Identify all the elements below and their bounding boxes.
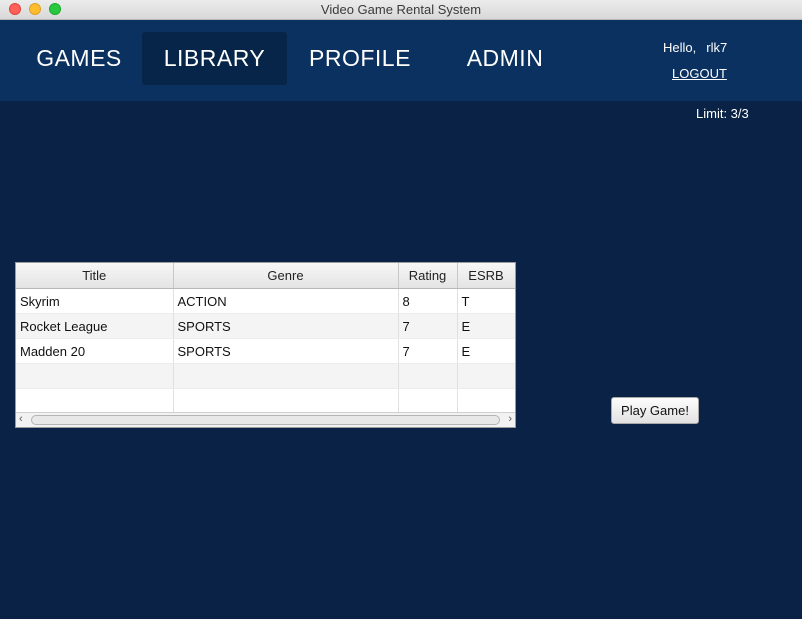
cell-title: Skyrim xyxy=(16,288,174,314)
table-row[interactable]: Rocket League SPORTS 7 E xyxy=(16,313,515,339)
cell-rating: 7 xyxy=(398,313,458,339)
nav-profile[interactable]: PROFILE xyxy=(298,32,422,85)
scroll-left-icon[interactable]: ‹ xyxy=(19,413,23,425)
cell-genre: SPORTS xyxy=(173,313,399,339)
cell-esrb: T xyxy=(457,288,515,314)
column-header-title[interactable]: Title xyxy=(16,263,174,289)
navbar: GAMES LIBRARY PROFILE ADMIN Hello, rlk7 L… xyxy=(0,20,802,101)
scroll-right-icon[interactable]: › xyxy=(508,413,512,425)
cell-rating: 7 xyxy=(398,338,458,364)
column-header-genre[interactable]: Genre xyxy=(173,263,399,289)
table-row[interactable]: Skyrim ACTION 8 T xyxy=(16,288,515,314)
user-greeting: Hello, rlk7 xyxy=(663,40,727,55)
window-title: Video Game Rental System xyxy=(320,2,482,17)
cell-genre: ACTION xyxy=(173,288,399,314)
nav-games[interactable]: GAMES xyxy=(25,32,133,85)
empty-table-row xyxy=(16,363,515,389)
cell-title: Madden 20 xyxy=(16,338,174,364)
logout-link[interactable]: LOGOUT xyxy=(672,66,727,81)
cell-rating: 8 xyxy=(398,288,458,314)
horizontal-scrollbar[interactable]: ‹ › xyxy=(16,412,515,427)
window-titlebar: Video Game Rental System xyxy=(0,0,802,20)
rental-limit-label: Limit: 3/3 xyxy=(696,106,749,121)
nav-admin[interactable]: ADMIN xyxy=(450,32,560,85)
cell-title: Rocket League xyxy=(16,313,174,339)
scrollbar-thumb[interactable] xyxy=(31,415,500,425)
cell-esrb: E xyxy=(457,313,515,339)
cell-genre: SPORTS xyxy=(173,338,399,364)
empty-table-row xyxy=(16,388,515,414)
cell-esrb: E xyxy=(457,338,515,364)
table-row[interactable]: Madden 20 SPORTS 7 E xyxy=(16,338,515,364)
library-table[interactable]: Title Genre Rating ESRB Skyrim ACTION 8 … xyxy=(15,262,516,428)
column-header-esrb[interactable]: ESRB xyxy=(457,263,515,289)
greeting-label: Hello, xyxy=(663,40,697,55)
username-label: rlk7 xyxy=(706,40,728,55)
column-header-rating[interactable]: Rating xyxy=(398,263,458,289)
nav-library[interactable]: LIBRARY xyxy=(142,32,287,85)
play-game-button[interactable]: Play Game! xyxy=(611,397,699,424)
